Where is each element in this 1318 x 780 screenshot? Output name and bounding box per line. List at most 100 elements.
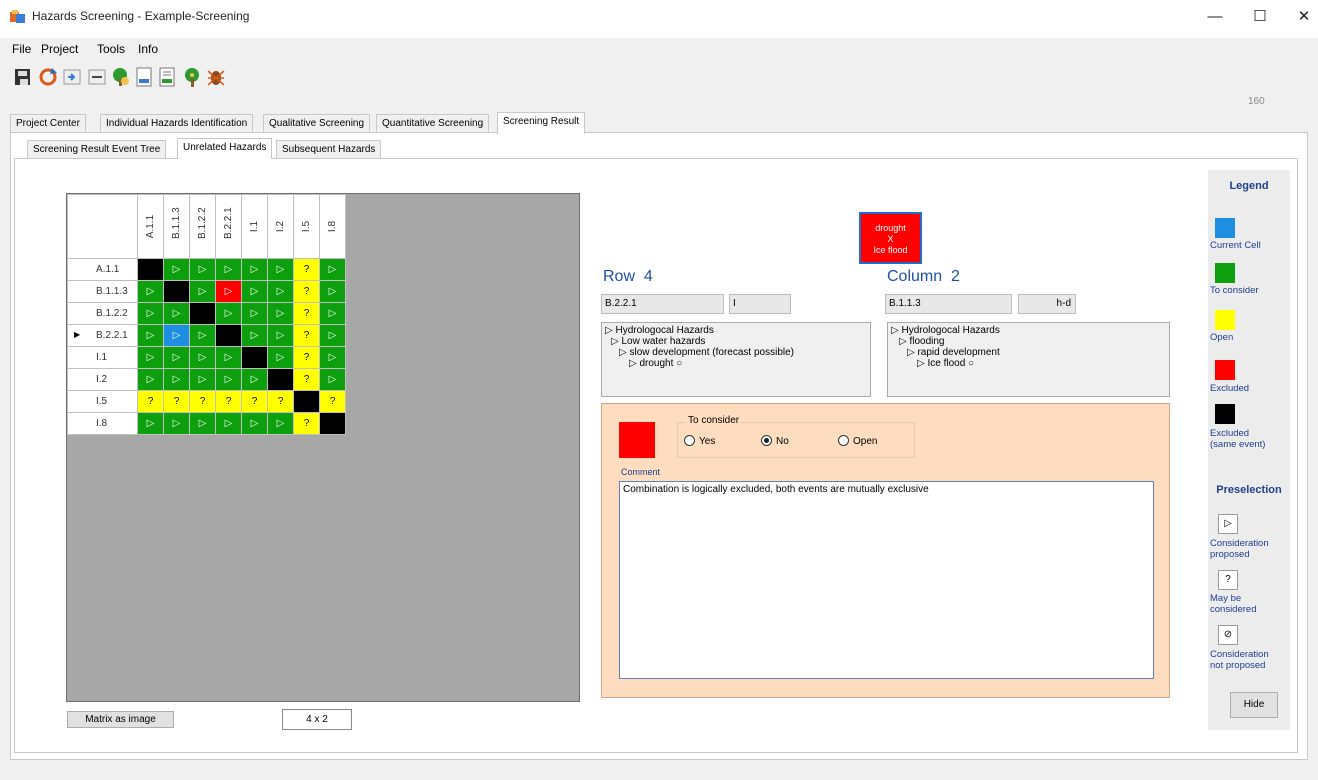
matrix-column-header[interactable]: I.5 [293,194,320,259]
matrix-row-header[interactable]: B.1.1.3 [67,280,138,303]
matrix-cell[interactable]: ? [293,368,320,391]
matrix-cell[interactable]: ▷ [163,368,190,391]
matrix-row-header[interactable]: I.5 [67,390,138,413]
matrix-cell[interactable]: ▷ [215,258,242,281]
matrix-cell[interactable]: ? [137,390,164,413]
matrix-cell[interactable] [163,280,190,303]
matrix-cell[interactable]: ▷ [215,412,242,435]
matrix-column-header[interactable]: I.2 [267,194,294,259]
matrix-cell[interactable]: ? [319,390,346,413]
matrix-cell[interactable]: ▷ [267,280,294,303]
matrix-cell[interactable]: ? [293,412,320,435]
matrix-cell[interactable]: ▷ [189,368,216,391]
matrix-cell[interactable]: ▷ [215,280,242,303]
matrix-column-header[interactable]: B.1.1.3 [163,194,190,259]
matrix-cell[interactable]: ▷ [137,280,164,303]
matrix-cell[interactable]: ▷ [241,412,268,435]
tab-individual-hazards[interactable]: Individual Hazards Identification [100,114,254,133]
report-icon[interactable] [157,65,177,89]
matrix-cell[interactable]: ▷ [319,368,346,391]
bug-icon[interactable] [206,65,226,89]
tab-subsequent-hazards[interactable]: Subsequent Hazards [276,140,382,160]
matrix-cell[interactable]: ? [241,390,268,413]
matrix-cell[interactable]: ▷ [215,302,242,325]
matrix-cell[interactable] [189,302,216,325]
radio-no[interactable]: No [761,435,789,447]
matrix-cell[interactable]: ▷ [267,258,294,281]
tab-project-center[interactable]: Project Center [10,114,86,133]
matrix-cell[interactable]: ? [163,390,190,413]
matrix-cell[interactable]: ▷ [163,346,190,369]
matrix-cell[interactable]: ▷ [267,324,294,347]
matrix-cell[interactable]: ▷ [319,324,346,347]
radio-open[interactable]: Open [838,435,877,447]
matrix-cell[interactable]: ▷ [241,368,268,391]
matrix-cell[interactable]: ▷ [267,346,294,369]
matrix-row-header[interactable]: A.1.1 [67,258,138,281]
refresh-icon[interactable] [38,65,58,89]
matrix-cell[interactable]: ? [293,280,320,303]
radio-open-dot[interactable] [838,435,849,446]
matrix-cell[interactable]: ▷ [163,258,190,281]
matrix-cell[interactable]: ▷ [137,368,164,391]
menu-info[interactable]: Info [138,42,158,56]
matrix-cell[interactable]: ? [293,324,320,347]
matrix-row-header[interactable]: I.8 [67,412,138,435]
matrix-cell[interactable]: ▷ [241,302,268,325]
matrix-cell[interactable]: ▷ [137,302,164,325]
maximize-button[interactable]: ☐ [1243,4,1277,30]
matrix-column-header[interactable]: I.1 [241,194,268,259]
matrix-cell[interactable]: ? [293,346,320,369]
hide-legend-button[interactable]: Hide [1230,692,1278,718]
matrix-column-header[interactable]: I.8 [319,194,346,259]
matrix-cell[interactable]: ▷ [319,346,346,369]
document-icon[interactable] [134,65,154,89]
matrix-cell[interactable]: ▷ [137,346,164,369]
matrix-cell[interactable] [293,390,320,413]
matrix-cell[interactable]: ▷ [189,412,216,435]
matrix-cell[interactable]: ▷ [137,412,164,435]
menu-tools[interactable]: Tools [97,42,125,56]
matrix-row-header[interactable]: B.1.2.2 [67,302,138,325]
matrix-cell[interactable]: ? [293,258,320,281]
matrix-column-header[interactable]: B.1.2.2 [189,194,216,259]
matrix-cell[interactable]: ? [267,390,294,413]
matrix-cell[interactable]: ▷ [319,258,346,281]
close-button[interactable]: ✕ [1287,4,1318,30]
matrix-cell[interactable]: ? [293,302,320,325]
matrix-cell[interactable] [215,324,242,347]
matrix-column-header[interactable]: B.2.2.1 [215,194,242,259]
radio-yes[interactable]: Yes [684,435,715,447]
matrix-cell[interactable]: ? [215,390,242,413]
matrix-cell[interactable] [267,368,294,391]
matrix-cell[interactable]: ▷ [241,280,268,303]
matrix-as-image-button[interactable]: Matrix as image [67,711,174,728]
matrix-cell[interactable]: ▷ [163,324,190,347]
radio-no-dot[interactable] [761,435,772,446]
matrix-row-header[interactable]: ▶ B.2.2.1 [67,324,138,347]
matrix-cell[interactable] [241,346,268,369]
menu-file[interactable]: File [12,42,31,56]
matrix-column-header[interactable]: A.1.1 [137,194,164,259]
matrix-cell[interactable]: ▷ [137,324,164,347]
matrix-cell[interactable]: ▷ [267,302,294,325]
tab-quantitative-screening[interactable]: Quantitative Screening [376,114,490,133]
matrix-cell[interactable]: ▷ [241,324,268,347]
tab-unrelated-hazards[interactable]: Unrelated Hazards [177,138,273,159]
radio-yes-dot[interactable] [684,435,695,446]
tab-screening-result-event-tree[interactable]: Screening Result Event Tree [27,140,167,160]
matrix-cell[interactable]: ▷ [163,412,190,435]
matrix-cell[interactable] [137,258,164,281]
minimize-button[interactable]: — [1198,4,1232,30]
edit-icon[interactable] [87,65,107,89]
matrix-cell[interactable]: ▷ [189,324,216,347]
matrix-cell[interactable]: ▷ [319,302,346,325]
save-icon[interactable] [14,65,34,89]
matrix-cell[interactable]: ▷ [267,412,294,435]
matrix-cell[interactable]: ▷ [189,280,216,303]
matrix-cell[interactable] [319,412,346,435]
matrix-cell[interactable]: ▷ [319,280,346,303]
import-icon[interactable] [62,65,82,89]
matrix-cell[interactable]: ▷ [189,346,216,369]
comment-textarea[interactable]: Combination is logically excluded, both … [619,481,1154,679]
